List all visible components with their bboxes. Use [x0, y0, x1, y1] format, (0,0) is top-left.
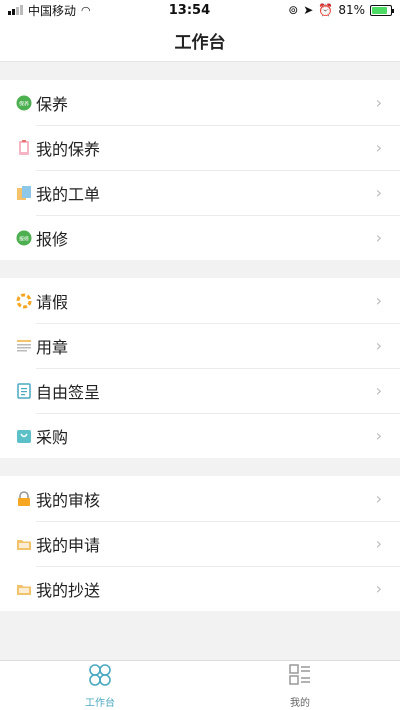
chevron-right-icon: › [375, 579, 382, 598]
alarm-icon: ⏰ [318, 3, 334, 17]
row-label: 请假 [36, 292, 69, 312]
row-label: 我的工单 [36, 184, 101, 204]
tab-label: 我的 [290, 698, 310, 709]
row-label: 我的抄送 [36, 580, 101, 600]
chevron-right-icon: › [375, 426, 382, 445]
chevron-right-icon: › [375, 183, 382, 202]
row-label: 我的申请 [36, 535, 101, 555]
row-my-work-orders[interactable]: 我的工单 › [0, 170, 400, 215]
chevron-right-icon: › [375, 138, 382, 157]
row-leave[interactable]: 请假 › [0, 278, 400, 323]
clipboard-icon [16, 139, 32, 156]
shopping-bag-icon [16, 428, 32, 444]
row-free-petition[interactable]: 自由签呈 › [0, 368, 400, 413]
folder-icon [16, 536, 32, 552]
page-title: 工作台 [0, 20, 400, 62]
row-label: 我的保养 [36, 139, 101, 159]
chevron-right-icon: › [375, 381, 382, 400]
location-icon: ➤ [303, 3, 314, 17]
svg-text:报修: 报修 [19, 235, 29, 242]
row-label: 用章 [36, 337, 69, 357]
chevron-right-icon: › [375, 228, 382, 247]
group-office: 请假 › 用章 › 自由签呈 › 采购 › [0, 278, 400, 458]
status-bar: 中国移动 ◠ 13:54 ⊚ ➤ ⏰ 81% [0, 0, 400, 20]
group-approvals: 我的审核 › 我的申请 › 我的抄送 › [0, 476, 400, 611]
row-label: 采购 [36, 427, 69, 447]
row-my-cc[interactable]: 我的抄送 › [0, 566, 400, 611]
chevron-right-icon: › [375, 534, 382, 553]
tab-bar: 工作台 我的 [0, 660, 400, 710]
row-label: 报修 [36, 229, 69, 249]
battery-icon [369, 4, 394, 16]
document-lines-icon [16, 338, 32, 354]
chevron-right-icon: › [375, 93, 382, 112]
chevron-right-icon: › [375, 336, 382, 355]
row-label: 保养 [36, 94, 69, 114]
row-my-reviews[interactable]: 我的审核 › [0, 476, 400, 521]
tab-label: 工作台 [85, 698, 115, 709]
wifi-icon: ◠ [81, 3, 91, 17]
folder-icon [16, 581, 32, 597]
lock-icon [16, 490, 32, 507]
tab-workbench[interactable]: 工作台 [0, 661, 200, 710]
rotation-lock-icon: ⊚ [288, 3, 299, 17]
row-seal[interactable]: 用章 › [0, 323, 400, 368]
row-my-applications[interactable]: 我的申请 › [0, 521, 400, 566]
repair-icon: 报修 [16, 230, 32, 246]
lifebuoy-icon [16, 293, 32, 309]
signal-icon [8, 5, 23, 15]
list-grid-icon [287, 662, 313, 692]
row-purchase[interactable]: 采购 › [0, 413, 400, 458]
clover-icon [87, 662, 113, 692]
carrier-label: 中国移动 [28, 3, 77, 18]
status-time: 13:54 [168, 2, 211, 18]
row-label: 自由签呈 [36, 382, 101, 402]
clipboard-list-icon [16, 382, 32, 399]
row-my-maintenance[interactable]: 我的保养 › [0, 125, 400, 170]
battery-percent: 81% [338, 3, 365, 17]
maintenance-icon: 保养 [16, 95, 32, 111]
work-order-icon [16, 185, 32, 201]
group-maintenance: 保养 保养 › 我的保养 › 我的工单 › 报修 报修 › [0, 80, 400, 260]
row-label: 我的审核 [36, 490, 101, 510]
chevron-right-icon: › [375, 489, 382, 508]
row-maintenance[interactable]: 保养 保养 › [0, 80, 400, 125]
svg-text:保养: 保养 [19, 100, 29, 107]
chevron-right-icon: › [375, 291, 382, 310]
row-repair[interactable]: 报修 报修 › [0, 215, 400, 260]
tab-mine[interactable]: 我的 [200, 661, 400, 710]
